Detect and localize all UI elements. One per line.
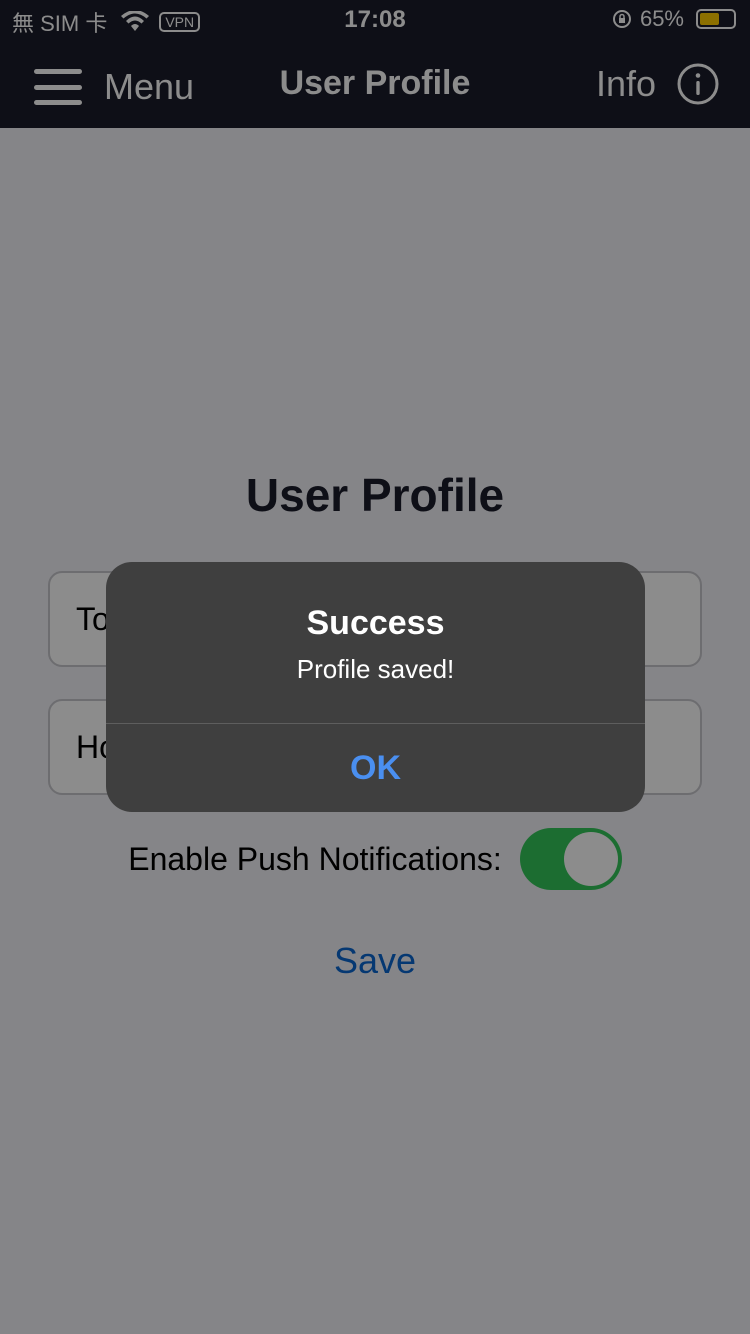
- alert-ok-button[interactable]: OK: [106, 724, 645, 812]
- success-alert: Success Profile saved! OK: [106, 562, 645, 812]
- alert-title: Success: [306, 604, 445, 642]
- alert-message: Profile saved!: [296, 654, 455, 684]
